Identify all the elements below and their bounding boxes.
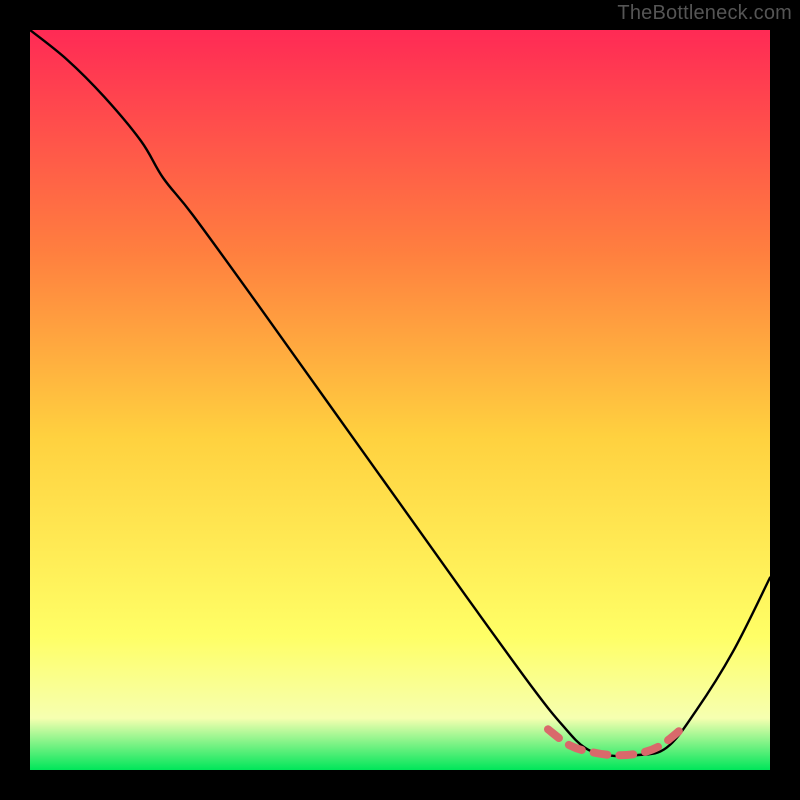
chart-stage: TheBottleneck.com [0,0,800,800]
chart-svg [30,30,770,770]
plot-area [30,30,770,770]
watermark-text: TheBottleneck.com [617,2,792,25]
